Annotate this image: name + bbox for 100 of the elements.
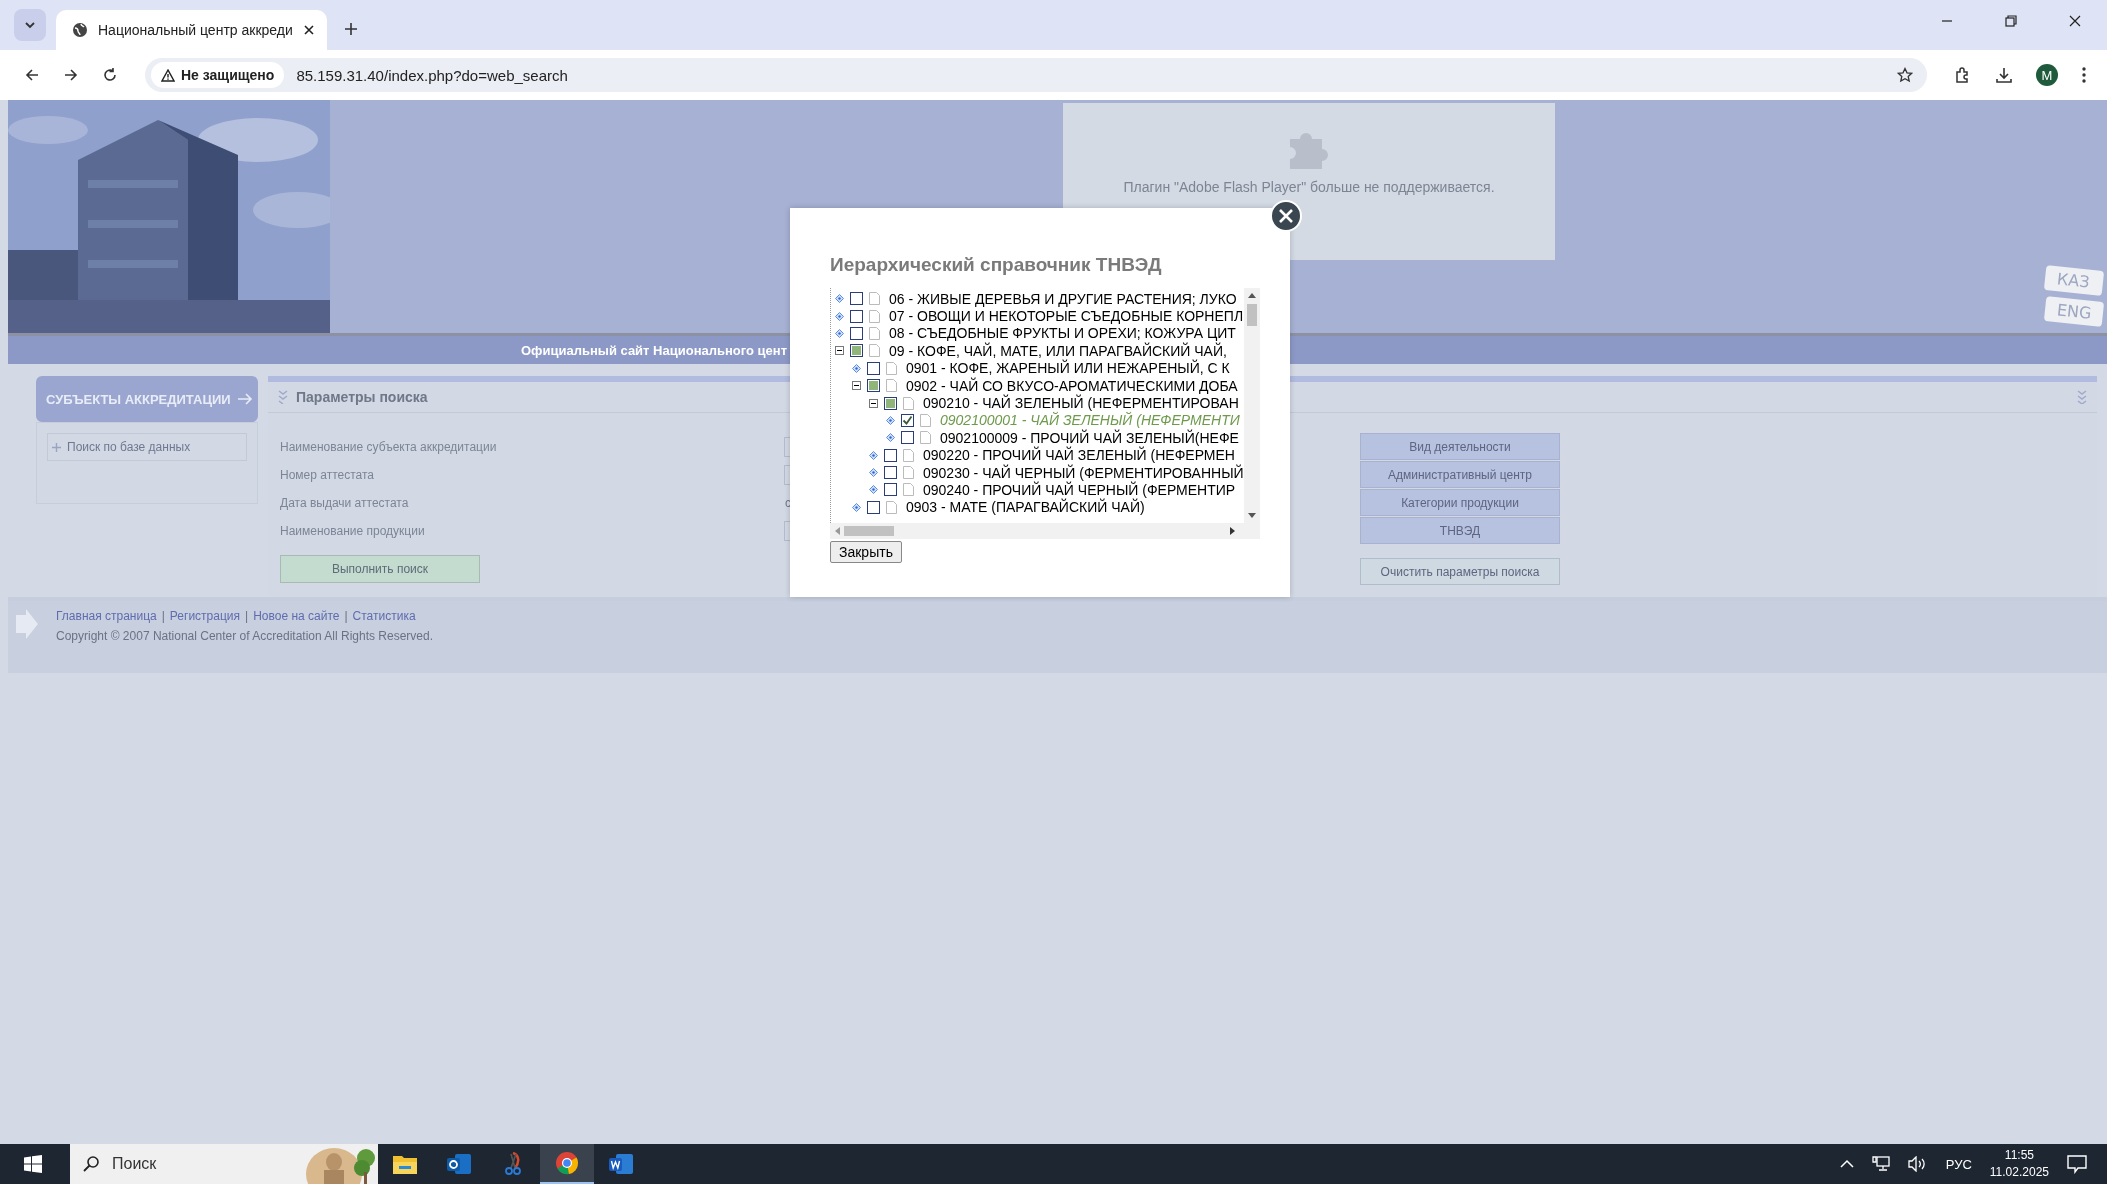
time-text: 11:55 <box>2004 1147 2034 1164</box>
scroll-thumb[interactable] <box>1246 304 1257 326</box>
close-icon[interactable] <box>302 24 315 36</box>
caret-icon <box>24 19 36 31</box>
address-bar[interactable]: Не защищено 85.159.31.40/index.php?do=web_search <box>145 58 1927 92</box>
link-separator: | <box>344 609 348 623</box>
tree-item[interactable]: 07 - ОВОЩИ И НЕКОТОРЫЕ СЪЕДОБНЫЕ КОРНЕПЛ <box>889 308 1244 325</box>
vertical-scrollbar[interactable] <box>1243 288 1260 523</box>
start-icon[interactable] <box>24 1155 42 1173</box>
browser-tab[interactable]: Национальный центр аккреди <box>56 10 327 50</box>
network-icon[interactable] <box>1871 1156 1890 1172</box>
checkbox[interactable] <box>884 466 897 480</box>
expand-icon[interactable] <box>835 328 844 338</box>
document-icon <box>886 361 897 375</box>
tree-item[interactable]: 090220 - ПРОЧИЙ ЧАЙ ЗЕЛЕНЫЙ (НЕФЕРМЕН <box>923 447 1235 464</box>
link-separator: | <box>161 609 165 623</box>
tree-item[interactable]: 08 - СЪЕДОБНЫЕ ФРУКТЫ И ОРЕХИ; КОЖУРА ЦИТ <box>889 325 1236 342</box>
back-icon[interactable] <box>24 67 40 83</box>
taskbar-search[interactable]: Поиск <box>70 1144 378 1184</box>
restore-icon[interactable] <box>2004 14 2018 28</box>
tree-item[interactable]: 0902 - ЧАЙ СО ВКУСО-АРОМАТИЧЕСКИМИ ДОБА <box>906 377 1238 394</box>
field-label: Наименование субъекта аккредитации <box>280 440 498 454</box>
collapse-icon[interactable] <box>869 398 878 408</box>
url-text: 85.159.31.40/index.php?do=web_search <box>296 66 568 84</box>
security-chip[interactable]: Не защищено <box>151 62 285 88</box>
expand-icon[interactable] <box>869 468 878 478</box>
checkbox[interactable] <box>884 448 897 462</box>
scroll-thumb[interactable] <box>844 526 894 536</box>
taskbar-app[interactable] <box>540 1144 594 1184</box>
menu-icon[interactable] <box>2081 66 2087 84</box>
tab-title: Национальный центр аккреди <box>98 22 293 38</box>
date-prefix: с <box>785 496 791 510</box>
date-text: 11.02.2025 <box>1989 1164 2049 1181</box>
tree-item[interactable]: 0903 - МАТЕ (ПАРАГВАЙСКИЙ ЧАЙ) <box>906 499 1145 516</box>
checkbox[interactable] <box>867 361 880 375</box>
checkbox[interactable] <box>884 483 897 497</box>
scissors-icon <box>502 1152 524 1176</box>
close-icon[interactable] <box>2068 14 2082 28</box>
document-icon <box>903 448 914 462</box>
checkbox[interactable] <box>867 500 880 514</box>
copyright-text: Copyright © 2007 National Center of Accreditation All Rights Reserved. <box>56 629 434 643</box>
tab-search-button[interactable] <box>14 9 46 41</box>
tree-item[interactable]: 09 - КОФЕ, ЧАЙ, МАТЕ, ИЛИ ПАРАГВАЙСКИЙ ЧАЙ, <box>889 342 1227 359</box>
document-app-icon <box>609 1153 633 1175</box>
expand-icon[interactable] <box>852 363 861 373</box>
tree-item[interactable]: 0901 - КОФЕ, ЖАРЕНЫЙ ИЛИ НЕЖАРЕНЫЙ, С К <box>906 360 1230 377</box>
expand-icon[interactable] <box>835 311 844 321</box>
collapse-icon[interactable] <box>835 346 844 356</box>
reload-icon[interactable] <box>102 67 118 83</box>
tree-item[interactable]: 06 - ЖИВЫЕ ДЕРЕВЬЯ И ДРУГИЕ РАСТЕНИЯ; ЛУКО <box>889 290 1237 307</box>
horizontal-scrollbar[interactable] <box>830 523 1260 539</box>
document-icon <box>869 309 880 323</box>
star-icon[interactable] <box>1897 67 1913 83</box>
chevrons-icon <box>278 390 288 404</box>
download-icon[interactable] <box>1995 66 2013 84</box>
expand-icon[interactable] <box>852 502 861 512</box>
expand-icon[interactable] <box>886 433 895 443</box>
notification-icon[interactable] <box>2067 1154 2087 1174</box>
link-separator: | <box>245 609 249 623</box>
document-icon <box>920 413 931 427</box>
checkbox[interactable] <box>850 309 863 323</box>
clear-button[interactable]: Очистить параметры поиска <box>1360 558 1560 585</box>
tree-item[interactable]: 090240 - ПРОЧИЙ ЧАЙ ЧЕРНЫЙ (ФЕРМЕНТИР <box>923 482 1236 498</box>
expand-icon[interactable] <box>886 415 895 425</box>
tree-item[interactable]: 0902100009 - ПРОЧИЙ ЧАЙ ЗЕЛЕНЫЙ(НЕФЕ <box>940 429 1239 446</box>
cross-icon <box>52 442 61 452</box>
search-button[interactable]: Выполнить поиск <box>280 555 480 583</box>
scroll-down-icon[interactable] <box>1247 513 1256 519</box>
field-label: Наименование продукции <box>280 524 426 538</box>
new-tab-icon[interactable] <box>342 21 359 37</box>
document-icon <box>886 379 897 393</box>
browser-icon <box>555 1151 579 1175</box>
close-button[interactable]: Закрыть <box>830 541 902 563</box>
plugin-message: Плагин "Adobe Flash Player" больше не поддерживается. <box>1123 179 1495 195</box>
expand-icon[interactable] <box>869 450 878 460</box>
collapse-icon[interactable] <box>852 381 861 391</box>
panel-title: Параметры поиска <box>296 389 428 405</box>
field-label: Номер аттестата <box>280 468 376 482</box>
scroll-up-icon[interactable] <box>1247 292 1256 298</box>
checkbox[interactable] <box>901 413 914 427</box>
expand-icon[interactable] <box>869 485 878 495</box>
profile-avatar[interactable]: M <box>2036 64 2058 86</box>
volume-icon[interactable] <box>1907 1156 1928 1172</box>
document-icon <box>903 483 914 497</box>
chevron-up-icon[interactable] <box>1839 1159 1854 1169</box>
tree-item[interactable]: 090210 - ЧАЙ ЗЕЛЕНЫЙ (НЕФЕРМЕНТИРОВАН <box>923 395 1239 412</box>
checkbox[interactable] <box>850 292 863 306</box>
clock[interactable]: 11:55 11.02.2025 <box>1989 1147 2049 1181</box>
document-icon <box>903 466 914 480</box>
scroll-right-icon[interactable] <box>1229 527 1236 535</box>
site-title: Официальный сайт Национального цент <box>521 342 787 358</box>
document-icon <box>869 292 880 306</box>
expand-icon[interactable] <box>835 294 844 304</box>
arrow-icon <box>236 393 253 405</box>
tree-item[interactable]: 090230 - ЧАЙ ЧЕРНЫЙ (ФЕРМЕНТИРОВАННЫЙ <box>923 464 1244 481</box>
folder-icon <box>393 1154 417 1174</box>
checkbox[interactable] <box>850 326 863 340</box>
checkbox[interactable] <box>901 431 914 445</box>
forward-icon[interactable] <box>63 67 79 83</box>
input-language[interactable]: РУС <box>1945 1156 1972 1172</box>
